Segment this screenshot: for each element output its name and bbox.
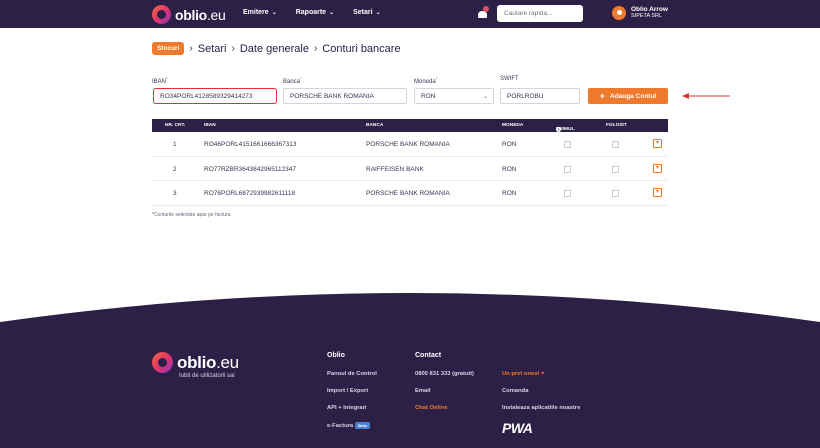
table-row: 2 RO77RZBR3643842965112347 RAIFFEISEN BA… xyxy=(152,157,668,181)
heart-icon: ♥ xyxy=(541,371,545,377)
notification-dot xyxy=(483,6,489,12)
row-action-dropdown-icon[interactable]: ▾ xyxy=(653,188,662,197)
footer-logo[interactable]: oblio.eu xyxy=(152,352,239,373)
iban-label: IBAN* xyxy=(152,76,168,85)
chevron-down-icon: ⌄ xyxy=(329,10,335,16)
footer-link-efactura[interactable]: e-Factura Beta xyxy=(327,422,370,429)
oblio-logo[interactable]: oblio.eu xyxy=(152,5,226,24)
footer-wave-background xyxy=(0,293,820,448)
breadcrumb-conturi-bancare: Conturi bancare xyxy=(322,42,401,55)
footer-col-oblio-title: Oblio xyxy=(327,352,345,359)
top-navbar: oblio.eu Emitere⌄ Rapoarte⌄ Setari⌄ Obli… xyxy=(0,0,820,28)
logo-main: oblio xyxy=(175,6,207,23)
footer-install-apps[interactable]: Instaleaza aplicatiile noastre xyxy=(502,405,580,411)
swift-label: SWIFT xyxy=(500,76,519,82)
footer-link-panou[interactable]: Panoul de Control xyxy=(327,371,377,377)
footer-col-contact-title: Contact xyxy=(415,352,442,359)
breadcrumb-separator-icon: › xyxy=(231,43,235,54)
footer-tagline: Iubit de utilizatorii sai xyxy=(179,373,235,379)
bank-accounts-table: NR. CRT. IBAN BANCA MONEDA PRIMUL ? FOLO… xyxy=(152,119,668,206)
notifications-bell-icon[interactable] xyxy=(477,6,489,19)
col-iban: IBAN xyxy=(204,123,216,128)
add-account-button[interactable]: + Adauga Contul xyxy=(588,88,668,104)
table-note: *Conturile selectate apar pe factura xyxy=(152,212,231,218)
used-checkbox[interactable] xyxy=(612,165,619,173)
used-checkbox[interactable] xyxy=(612,190,619,197)
footer-phone[interactable]: 0800 831 333 (gratuit) xyxy=(415,371,474,377)
oblio-logo-icon xyxy=(152,5,171,24)
iban-input[interactable]: RO34PORL4128589329414273 xyxy=(153,88,277,104)
main-menu: Emitere ⌄ Rapoarte ⌄ Setari ⌄ xyxy=(243,9,400,16)
user-avatar-icon xyxy=(612,6,626,20)
footer-link-api[interactable]: API + Integrari xyxy=(327,405,366,411)
plus-icon: + xyxy=(599,91,606,101)
quick-search-input[interactable] xyxy=(497,5,583,22)
menu-rapoarte[interactable]: Rapoarte ⌄ xyxy=(296,9,334,16)
chevron-down-icon: ⌄ xyxy=(375,10,381,16)
primary-checkbox[interactable] xyxy=(564,190,571,197)
breadcrumb-separator-icon: › xyxy=(313,43,318,54)
footer-email[interactable]: Email xyxy=(415,388,430,394)
col-used: FOLOSIT xyxy=(606,123,627,128)
chevron-down-icon: ⌄ xyxy=(271,10,277,16)
footer-fair-price[interactable]: Un pret onest ♥ xyxy=(502,371,544,377)
footer-chat-online[interactable]: Chat Online xyxy=(415,405,448,411)
bank-input[interactable]: PORSCHE BANK ROMANIA xyxy=(283,88,407,104)
col-nr: NR. CRT. xyxy=(165,123,186,128)
table-header: NR. CRT. IBAN BANCA MONEDA PRIMUL ? FOLO… xyxy=(152,119,668,132)
stocuri-badge[interactable]: Stocuri xyxy=(152,42,185,55)
currency-label: Moneda* xyxy=(414,76,438,85)
menu-emitere[interactable]: Emitere ⌄ xyxy=(243,9,277,16)
table-row: 3 RO76PORL6872939982611118 PORSCHE BANK … xyxy=(152,181,668,206)
row-action-dropdown-icon[interactable]: ▾ xyxy=(653,163,662,173)
beta-badge: Beta xyxy=(355,422,370,429)
user-name: Oblio Arrow xyxy=(631,6,668,13)
footer-link-import-export[interactable]: Import / Export xyxy=(327,388,368,394)
breadcrumb-separator-icon: › xyxy=(189,43,193,54)
user-menu[interactable]: Oblio Arrow SIPETA SRL xyxy=(612,6,668,20)
logo-tld: .eu xyxy=(206,6,226,23)
breadcrumb-date-generale[interactable]: Date generale xyxy=(240,43,309,55)
bank-label: Banca* xyxy=(283,76,302,85)
swift-input[interactable]: PORLROBU xyxy=(500,88,580,104)
footer xyxy=(0,282,820,448)
user-company: SIPETA SRL xyxy=(631,13,663,19)
breadcrumb: Stocuri › Setari › Date generale › Contu… xyxy=(152,42,401,55)
col-bank: BANCA xyxy=(366,123,384,128)
annotation-arrow-icon xyxy=(682,93,730,99)
primary-checkbox[interactable] xyxy=(564,141,571,148)
primary-checkbox[interactable] xyxy=(564,165,571,173)
chevron-down-icon: ⌄ xyxy=(482,93,488,100)
currency-select[interactable]: RON ⌄ xyxy=(414,88,494,104)
table-row: 1 RO46PORL4151661666367313 PORSCHE BANK … xyxy=(152,132,668,157)
breadcrumb-setari[interactable]: Setari xyxy=(198,43,227,55)
pwa-logo-icon[interactable]: PWA xyxy=(502,420,533,436)
footer-comanda[interactable]: Comanda xyxy=(502,388,528,394)
oblio-logo-icon xyxy=(152,352,173,373)
row-action-dropdown-icon[interactable]: ▾ xyxy=(653,139,662,148)
col-currency: MONEDA xyxy=(502,123,524,128)
menu-setari[interactable]: Setari ⌄ xyxy=(353,9,381,16)
used-checkbox[interactable] xyxy=(612,141,619,148)
